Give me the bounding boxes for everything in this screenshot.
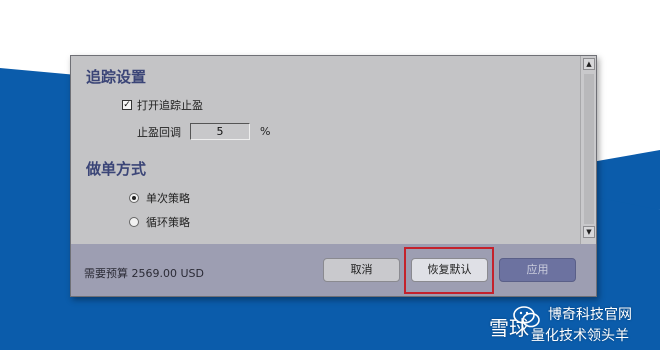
tracking-stop-profit-checkbox[interactable]: ✓ [122, 100, 132, 110]
cancel-button[interactable]: 取消 [323, 258, 400, 282]
required-budget-text: 需要预算 2569.00 USD [84, 267, 204, 280]
vertical-scrollbar[interactable]: ▲ ▼ [580, 56, 596, 244]
order-mode-title: 做单方式 [86, 160, 147, 178]
dialog-content: 追踪设置 ✓ 打开追踪止盈 止盈回调 5 % 做单方式 单次策略 循环策略 [71, 56, 581, 244]
loop-strategy-radio[interactable] [129, 217, 139, 227]
pullback-unit: % [260, 125, 271, 138]
pullback-row: 止盈回调 5 % [137, 123, 270, 140]
pullback-input[interactable]: 5 [190, 123, 250, 140]
dialog-footer: 需要预算 2569.00 USD 取消 恢复默认 应用 [71, 244, 596, 296]
single-strategy-label: 单次策略 [146, 192, 190, 205]
scroll-down-arrow-icon[interactable]: ▼ [583, 226, 595, 238]
pullback-label: 止盈回调 [137, 125, 181, 139]
tracking-settings-title: 追踪设置 [86, 68, 147, 86]
scrollbar-thumb[interactable] [584, 74, 594, 224]
restore-default-button[interactable]: 恢复默认 [411, 258, 488, 282]
single-strategy-option[interactable]: 单次策略 [129, 190, 190, 206]
strategy-settings-dialog: 追踪设置 ✓ 打开追踪止盈 止盈回调 5 % 做单方式 单次策略 循环策略 ▲ … [70, 55, 597, 297]
tracking-stop-profit-label: 打开追踪止盈 [137, 99, 203, 112]
watermark-name: 博奇科技官网 [548, 307, 632, 323]
scroll-up-arrow-icon[interactable]: ▲ [583, 58, 595, 70]
tracking-stop-profit-option[interactable]: ✓ 打开追踪止盈 [122, 97, 203, 113]
apply-button[interactable]: 应用 [499, 258, 576, 282]
single-strategy-radio[interactable] [129, 193, 139, 203]
loop-strategy-option[interactable]: 循环策略 [129, 214, 190, 230]
loop-strategy-label: 循环策略 [146, 216, 190, 229]
watermark-subtitle: 量化技术领头羊 [531, 328, 629, 344]
